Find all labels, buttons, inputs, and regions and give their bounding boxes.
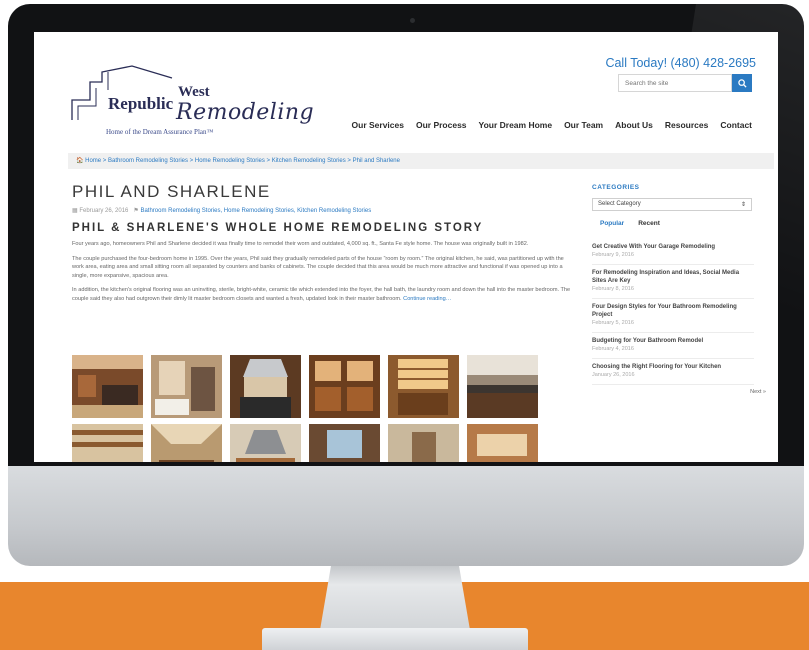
search-input[interactable] [618, 74, 732, 92]
gallery-thumb-ceiling-beams-photo[interactable] [72, 424, 143, 462]
logo-tagline: Home of the Dream Assurance Plan™ [106, 128, 214, 136]
logo-text-republic: Republic [108, 94, 174, 113]
post-date: February 4, 2016 [592, 346, 634, 352]
post-link[interactable]: For Remodeling Inspiration and Ideas, So… [592, 269, 754, 285]
select-arrows-icon: ⇕ [740, 202, 746, 208]
monitor-mockup: Republic West Remodeling Home of the Dre… [0, 0, 809, 650]
gallery-thumb-bathroom-photo[interactable] [151, 355, 222, 418]
tab-recent[interactable]: Recent [638, 220, 660, 227]
post-date: February 8, 2016 [592, 286, 634, 292]
article: PHIL AND SHARLENE ▦ February 26, 2016 ⚑ … [72, 182, 572, 304]
website-screen: Republic West Remodeling Home of the Dre… [34, 32, 778, 462]
post-date: February 26, 2016 [79, 208, 129, 214]
gallery-thumb-kitchen-photo[interactable] [72, 355, 143, 418]
search-bar [618, 74, 752, 92]
post-date: January 26, 2016 [592, 372, 635, 378]
post-link[interactable]: Get Creative With Your Garage Remodeling [592, 243, 754, 251]
article-paragraph: Four years ago, homeowners Phil and Shar… [72, 241, 529, 247]
nav-our-team[interactable]: Our Team [564, 120, 603, 130]
gallery-thumb-living-room-photo[interactable] [467, 424, 538, 462]
nav-our-services[interactable]: Our Services [352, 120, 404, 130]
post-date: February 9, 2016 [592, 252, 634, 258]
article-paragraph-text: In addition, the kitchen's original floo… [72, 287, 571, 302]
popular-posts-list: Get Creative With Your Garage Remodeling… [592, 239, 754, 385]
gallery-thumb-kitchen-range-photo[interactable] [230, 355, 301, 418]
article-paragraph: The couple purchased the four-bedroom ho… [72, 255, 564, 279]
list-item[interactable]: Four Design Styles for Your Bathroom Rem… [592, 299, 754, 333]
monitor-chin [8, 466, 804, 566]
main-nav: Our Services Our Process Your Dream Home… [352, 120, 752, 130]
search-icon [737, 78, 747, 88]
article-paragraph: In addition, the kitchen's original floo… [72, 286, 572, 303]
search-button[interactable] [732, 74, 752, 92]
post-categories[interactable]: Bathroom Remodeling Stories, Home Remode… [140, 208, 371, 214]
logo-text-west: West [178, 84, 210, 100]
post-meta: ▦ February 26, 2016 ⚑ Bathroom Remodelin… [72, 207, 572, 214]
category-select-value: Select Category [598, 201, 641, 207]
gallery-thumb-cabinet-photo[interactable] [309, 355, 380, 418]
gallery-thumb-hallway-photo[interactable] [388, 424, 459, 462]
site-logo[interactable]: Republic West Remodeling Home of the Dre… [68, 64, 314, 154]
nav-resources[interactable]: Resources [665, 120, 708, 130]
list-item[interactable]: Choosing the Right Flooring for Your Kit… [592, 359, 754, 385]
post-tabs: Popular Recent [592, 220, 772, 227]
gallery-thumb-kitchen-window-photo[interactable] [309, 424, 380, 462]
post-date: February 5, 2016 [592, 320, 634, 326]
list-item[interactable]: For Remodeling Inspiration and Ideas, So… [592, 265, 754, 299]
logo-text-remodeling: Remodeling [176, 100, 315, 125]
article-subtitle: PHIL & SHARLENE'S WHOLE HOME REMODELING … [72, 222, 484, 234]
sidebar: CATEGORIES Select Category ⇕ Popular Rec… [592, 184, 772, 395]
tab-popular[interactable]: Popular [600, 220, 624, 227]
categories-heading: CATEGORIES [592, 184, 640, 191]
gallery-thumb-hutch-photo[interactable] [388, 355, 459, 418]
post-link[interactable]: Four Design Styles for Your Bathroom Rem… [592, 303, 754, 319]
breadcrumb[interactable]: 🏠 Home > Bathroom Remodeling Stories > H… [68, 153, 774, 169]
continue-reading-link[interactable]: Continue reading… [403, 296, 451, 302]
gallery-thumb-kitchen-hood-photo[interactable] [230, 424, 301, 462]
photo-gallery [72, 355, 552, 462]
camera-dot [410, 18, 415, 23]
list-item[interactable]: Get Creative With Your Garage Remodeling… [592, 239, 754, 265]
gallery-thumb-kitchen-island-photo[interactable] [151, 424, 222, 462]
next-page-link[interactable]: Next » [592, 389, 772, 395]
nav-contact[interactable]: Contact [720, 120, 752, 130]
monitor-stand-base [262, 628, 528, 650]
category-select[interactable]: Select Category ⇕ [592, 198, 752, 211]
call-phone-link[interactable]: Call Today! (480) 428-2695 [605, 56, 756, 70]
list-item[interactable]: Budgeting for Your Bathroom Remodel Febr… [592, 333, 754, 359]
nav-about-us[interactable]: About Us [615, 120, 653, 130]
monitor-stand-neck [320, 560, 470, 630]
post-link[interactable]: Choosing the Right Flooring for Your Kit… [592, 363, 754, 371]
nav-our-process[interactable]: Our Process [416, 120, 467, 130]
post-link[interactable]: Budgeting for Your Bathroom Remodel [592, 337, 754, 345]
gallery-thumb-kitchen-counter-photo[interactable] [467, 355, 538, 418]
nav-your-dream-home[interactable]: Your Dream Home [479, 120, 553, 130]
page-title: PHIL AND SHARLENE [72, 182, 271, 201]
monitor: Republic West Remodeling Home of the Dre… [8, 4, 804, 566]
